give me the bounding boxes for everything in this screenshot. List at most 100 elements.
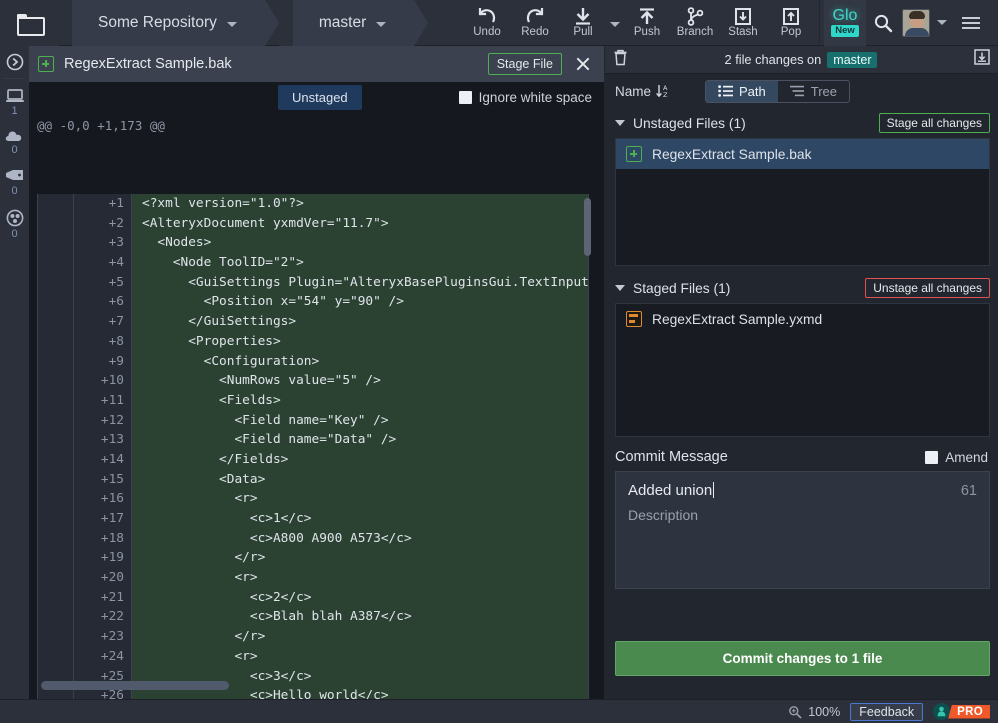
rail-item-local[interactable]: 1 <box>0 81 29 122</box>
commit-message-box[interactable]: Added union 61 Description <box>615 471 990 589</box>
diff-line-text: <r> <box>132 568 588 588</box>
chevron-down-icon <box>226 14 237 32</box>
glo-new-badge: New <box>831 25 859 37</box>
diff-vertical-scrollbar[interactable] <box>584 198 591 718</box>
zoom-control[interactable]: 100% <box>788 705 840 719</box>
staged-group-header: Staged Files (1) Unstage all changes <box>605 275 998 301</box>
diff-line: +14 </Fields> <box>38 449 588 470</box>
diff-new-line-number: +21 <box>74 587 132 608</box>
rail-item-tags[interactable]: 0 <box>0 161 29 202</box>
chevron-down-icon <box>610 22 620 27</box>
view-mode-path[interactable]: Path <box>706 80 778 102</box>
pull-label: Pull <box>573 26 593 38</box>
amend-label: Amend <box>945 449 988 465</box>
commit-subject-input[interactable]: Added union <box>628 482 961 499</box>
diff-new-line-number: +14 <box>74 449 132 470</box>
rail-count-submodules: 0 <box>11 228 18 240</box>
staged-file-list[interactable]: RegexExtract Sample.yxmd <box>615 303 990 437</box>
rail-divider <box>4 78 25 79</box>
diff-code-area[interactable]: +1 <?xml version="1.0"?> +2 <AlteryxDocumen… <box>37 194 589 722</box>
breadcrumb-gap <box>278 0 293 46</box>
diff-horizontal-scroll-thumb[interactable] <box>41 681 229 690</box>
diff-line: +19 </r> <box>38 548 588 569</box>
unstage-all-changes-button[interactable]: Unstage all changes <box>865 278 990 298</box>
list-item[interactable]: RegexExtract Sample.yxmd <box>616 304 989 334</box>
ignore-whitespace-control[interactable]: Ignore white space <box>458 90 592 105</box>
unstaged-indicator[interactable]: Unstaged <box>278 85 362 110</box>
diff-line-text: <Configuration> <box>132 351 588 372</box>
commit-description-input[interactable]: Description <box>616 499 989 523</box>
diff-old-line-gutter <box>38 312 74 332</box>
redo-button[interactable]: Redo <box>511 0 559 46</box>
collapse-triangle-icon[interactable] <box>615 120 625 126</box>
hamburger-menu-icon <box>962 14 980 32</box>
changes-header-title: 2 file changes on master <box>628 52 974 68</box>
rail-item-submodules[interactable]: 0 <box>0 202 29 245</box>
diff-line: +11 <Fields> <box>38 390 588 411</box>
avatar[interactable] <box>902 8 930 37</box>
rail-item-remote[interactable]: 0 <box>0 122 29 161</box>
diff-old-line-gutter <box>38 213 74 234</box>
file-name: RegexExtract Sample.bak <box>652 146 812 162</box>
diff-old-line-gutter <box>38 371 74 391</box>
top-toolbar: Some Repository master Undo Redo Pull Pu… <box>0 0 998 46</box>
unstaged-title: Unstaged Files (1) <box>633 115 746 131</box>
diff-new-line-number: +7 <box>74 312 132 332</box>
pull-button[interactable]: Pull <box>559 0 607 46</box>
tree-icon <box>789 85 804 97</box>
feedback-button[interactable]: Feedback <box>850 702 924 721</box>
stage-all-changes-button[interactable]: Stage all changes <box>878 113 990 133</box>
diff-horizontal-scrollbar[interactable] <box>38 681 588 690</box>
close-icon[interactable] <box>572 53 594 75</box>
collapse-triangle-icon[interactable] <box>615 285 625 291</box>
breadcrumb-chevron-0 <box>58 0 72 46</box>
undo-button[interactable]: Undo <box>463 0 511 46</box>
diff-line-text: <c>A800 A900 A573</c> <box>132 528 588 549</box>
discard-all-button[interactable] <box>613 49 628 71</box>
diff-new-line-number: +9 <box>74 351 132 372</box>
chevron-down-icon <box>937 20 947 25</box>
diff-old-line-gutter <box>38 331 74 352</box>
diff-new-line-number: +17 <box>74 509 132 529</box>
commit-button[interactable]: Commit changes to 1 file <box>615 641 990 676</box>
stash-button[interactable]: Stash <box>719 0 767 46</box>
glo-button[interactable]: Glo New <box>824 0 866 46</box>
diff-old-line-gutter <box>38 489 74 509</box>
view-mode-tree[interactable]: Tree <box>778 81 849 102</box>
sort-control[interactable]: Name A Z <box>615 83 671 100</box>
search-button[interactable] <box>866 0 900 46</box>
breadcrumb-branch[interactable]: master <box>292 0 415 46</box>
commit-message-label: Commit Message <box>615 449 728 465</box>
changes-panel-subheader: Name A Z Path Tree <box>605 74 998 108</box>
push-button[interactable]: Push <box>623 0 671 46</box>
ignore-whitespace-checkbox[interactable] <box>458 91 472 104</box>
main-menu-button[interactable] <box>954 0 988 46</box>
diff-line: +13 <Field name="Data" /> <box>38 430 588 450</box>
diff-line: +7 </GuiSettings> <box>38 312 588 332</box>
diff-line-text: <Nodes> <box>132 233 588 254</box>
diff-old-line-gutter <box>38 469 74 490</box>
diff-line-text: <c>2</c> <box>132 587 588 608</box>
amend-control[interactable]: Amend <box>925 450 988 465</box>
diff-vertical-scroll-thumb[interactable] <box>584 198 591 256</box>
amend-checkbox[interactable] <box>925 450 939 464</box>
view-mode-path-label: Path <box>739 83 766 99</box>
pop-button[interactable]: Pop <box>767 0 815 46</box>
diff-line: +2 <AlteryxDocument yxmdVer="11.7"> <box>38 213 588 234</box>
breadcrumb-repository[interactable]: Some Repository <box>72 0 265 46</box>
repository-name: Some Repository <box>98 13 217 31</box>
diff-line-text: <Data> <box>132 469 588 490</box>
open-pull-requests-button[interactable] <box>974 49 990 70</box>
pull-dropdown-button[interactable] <box>607 0 623 46</box>
diff-line-text: <Properties> <box>132 331 588 352</box>
diff-new-line-number: +22 <box>74 607 132 628</box>
axosoft-icon <box>933 703 951 720</box>
account-badge-group[interactable]: PRO <box>933 703 990 720</box>
stage-file-button[interactable]: Stage File <box>487 53 562 75</box>
branch-button[interactable]: Branch <box>671 0 719 46</box>
unstaged-file-list[interactable]: RegexExtract Sample.bak <box>615 138 990 266</box>
avatar-dropdown-button[interactable] <box>932 0 952 46</box>
open-repository-button[interactable] <box>0 0 58 46</box>
list-item[interactable]: RegexExtract Sample.bak <box>616 139 989 169</box>
rail-expand-button[interactable] <box>0 46 29 76</box>
